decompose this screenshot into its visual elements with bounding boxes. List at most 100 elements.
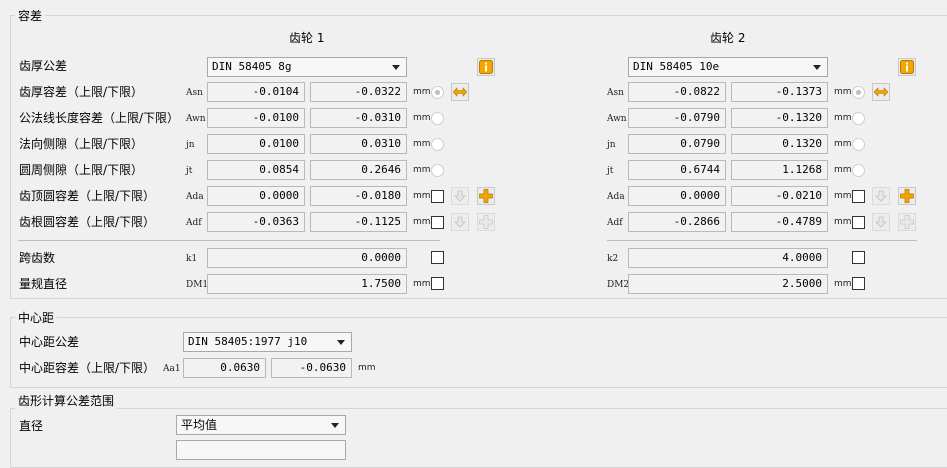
row-symbol: Awn bbox=[186, 114, 206, 124]
gear2-lower-field[interactable]: -0.0210 bbox=[731, 186, 828, 206]
gear1-lower-field[interactable]: -0.0322 bbox=[310, 82, 407, 102]
gear1-radio[interactable] bbox=[431, 86, 444, 99]
gear2-down-button[interactable] bbox=[872, 213, 890, 231]
gear2-tolerance-value: DIN 58405 10e bbox=[633, 60, 720, 73]
row-symbol: Awn bbox=[607, 114, 627, 124]
tolerance-group-title: 容差 bbox=[15, 7, 46, 24]
swap-arrows-icon bbox=[873, 87, 889, 97]
chevron-down-icon bbox=[813, 65, 821, 70]
gear1-upper-field[interactable]: -0.0104 bbox=[207, 82, 305, 102]
gear2-upper-field[interactable]: 0.0790 bbox=[628, 134, 726, 154]
gear1-tolerance-select[interactable]: DIN 58405 8g bbox=[207, 57, 407, 77]
gear1-upper-field[interactable]: 0.0100 bbox=[207, 134, 305, 154]
gear1-ball-field[interactable]: 1.7500 bbox=[207, 274, 407, 294]
center-distance-group bbox=[10, 317, 947, 388]
row-symbol: jt bbox=[186, 166, 193, 176]
gear2-upper-field[interactable]: -0.0790 bbox=[628, 108, 726, 128]
gear2-header: 齿轮 2 bbox=[710, 31, 746, 45]
gear1-ball-checkbox[interactable] bbox=[431, 277, 444, 290]
gear1-lower-field[interactable]: -0.1125 bbox=[310, 212, 407, 232]
gear1-radio[interactable] bbox=[431, 112, 444, 125]
row-label: 公法线长度容差（上限/下限） bbox=[19, 111, 180, 125]
gear2-radio[interactable] bbox=[852, 164, 865, 177]
arrow-down-icon bbox=[454, 216, 466, 228]
gear1-info-button[interactable] bbox=[477, 58, 495, 76]
gear1-swap-button[interactable] bbox=[451, 83, 469, 101]
center-lower-field[interactable]: -0.0630 bbox=[271, 358, 352, 378]
profile-tolerance-group-title: 齿形计算公差范围 bbox=[15, 392, 118, 409]
diameter-select[interactable]: 平均值 bbox=[176, 415, 346, 435]
gear2-info-button[interactable] bbox=[898, 58, 916, 76]
plus-icon bbox=[900, 215, 914, 229]
unit-label: mm bbox=[413, 87, 431, 97]
gear2-span-checkbox[interactable] bbox=[852, 251, 865, 264]
swap-arrows-icon bbox=[452, 87, 468, 97]
gear2-swap-button[interactable] bbox=[872, 83, 890, 101]
gear2-checkbox[interactable] bbox=[852, 216, 865, 229]
gear1-checkbox[interactable] bbox=[431, 190, 444, 203]
center-tolerance-select[interactable]: DIN 58405:1977 j10 bbox=[183, 332, 352, 352]
row-label: 齿顶圆容差（上限/下限） bbox=[19, 189, 156, 203]
gear2-lower-field[interactable]: 0.1320 bbox=[731, 134, 828, 154]
gear2-lower-field[interactable]: -0.1320 bbox=[731, 108, 828, 128]
row-symbol: jn bbox=[186, 140, 195, 150]
gear1-upper-field[interactable]: 0.0854 bbox=[207, 160, 305, 180]
gear1-header: 齿轮 1 bbox=[289, 31, 325, 45]
unit-label: mm bbox=[413, 191, 431, 201]
separator bbox=[18, 240, 440, 241]
unit-label: mm bbox=[358, 363, 376, 373]
gear2-upper-field[interactable]: 0.6744 bbox=[628, 160, 726, 180]
gear2-add-button[interactable] bbox=[898, 187, 916, 205]
unit-label: mm bbox=[413, 139, 431, 149]
gear1-upper-field[interactable]: -0.0363 bbox=[207, 212, 305, 232]
gear2-upper-field[interactable]: 0.0000 bbox=[628, 186, 726, 206]
gear2-upper-field[interactable]: -0.2866 bbox=[628, 212, 726, 232]
center-deviation-label: 中心距容差（上限/下限） bbox=[19, 361, 156, 375]
gear2-ball-field[interactable]: 2.5000 bbox=[628, 274, 828, 294]
gear1-span-field[interactable]: 0.0000 bbox=[207, 248, 407, 268]
arrow-down-icon bbox=[875, 190, 887, 202]
chevron-down-icon bbox=[337, 340, 345, 345]
diameter-label: 直径 bbox=[19, 419, 44, 433]
gear2-lower-field[interactable]: -0.4789 bbox=[731, 212, 828, 232]
gear1-down-button[interactable] bbox=[451, 213, 469, 231]
gear1-radio[interactable] bbox=[431, 138, 444, 151]
gear2-add-button[interactable] bbox=[898, 213, 916, 231]
unit-label: mm bbox=[413, 279, 431, 289]
row-label: 齿厚容差（上限/下限） bbox=[19, 85, 144, 99]
gear2-radio[interactable] bbox=[852, 86, 865, 99]
gear1-down-button[interactable] bbox=[451, 187, 469, 205]
gear1-span-checkbox[interactable] bbox=[431, 251, 444, 264]
gear1-upper-field[interactable]: 0.0000 bbox=[207, 186, 305, 206]
unit-label: mm bbox=[413, 113, 431, 123]
gear2-down-button[interactable] bbox=[872, 187, 890, 205]
center-deviation-symbol: Aa1 bbox=[163, 364, 181, 374]
gear1-radio[interactable] bbox=[431, 164, 444, 177]
row-label: 圆周侧隙（上限/下限） bbox=[19, 163, 144, 177]
gear2-tolerance-select[interactable]: DIN 58405 10e bbox=[628, 57, 828, 77]
partial-select[interactable] bbox=[176, 440, 346, 460]
gear1-checkbox[interactable] bbox=[431, 216, 444, 229]
gear1-lower-field[interactable]: 0.0310 bbox=[310, 134, 407, 154]
gear1-lower-field[interactable]: -0.0310 bbox=[310, 108, 407, 128]
row-symbol: Asn bbox=[607, 88, 624, 98]
center-upper-field[interactable]: 0.0630 bbox=[183, 358, 266, 378]
gear1-add-button[interactable] bbox=[477, 213, 495, 231]
unit-label: mm bbox=[413, 217, 431, 227]
gear2-lower-field[interactable]: -0.1373 bbox=[731, 82, 828, 102]
gear2-ball-checkbox[interactable] bbox=[852, 277, 865, 290]
gear2-lower-field[interactable]: 1.1268 bbox=[731, 160, 828, 180]
center-distance-group-title: 中心距 bbox=[15, 309, 58, 326]
gear2-checkbox[interactable] bbox=[852, 190, 865, 203]
gear2-radio[interactable] bbox=[852, 112, 865, 125]
unit-label: mm bbox=[834, 165, 852, 175]
unit-label: mm bbox=[413, 165, 431, 175]
gear1-lower-field[interactable]: 0.2646 bbox=[310, 160, 407, 180]
gear1-add-button[interactable] bbox=[477, 187, 495, 205]
gear2-upper-field[interactable]: -0.0822 bbox=[628, 82, 726, 102]
chevron-down-icon bbox=[392, 65, 400, 70]
gear1-upper-field[interactable]: -0.0100 bbox=[207, 108, 305, 128]
gear2-radio[interactable] bbox=[852, 138, 865, 151]
gear1-lower-field[interactable]: -0.0180 bbox=[310, 186, 407, 206]
gear2-span-field[interactable]: 4.0000 bbox=[628, 248, 828, 268]
